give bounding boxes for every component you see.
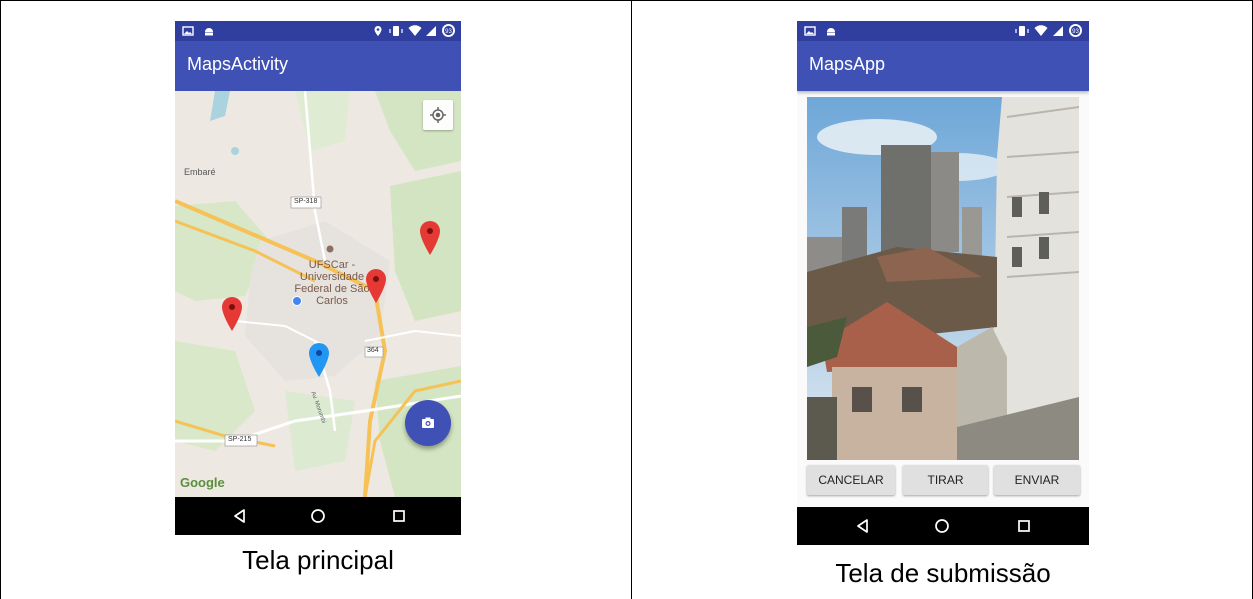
- back-icon[interactable]: [852, 515, 874, 537]
- right-caption: Tela de submissão: [835, 558, 1051, 588]
- left-caption: Tela principal: [242, 545, 394, 575]
- take-photo-button[interactable]: TIRAR: [903, 465, 988, 495]
- nav-bar: [797, 507, 1089, 545]
- signal-icon: [1053, 26, 1063, 36]
- app-title: MapsActivity: [187, 54, 289, 74]
- back-icon[interactable]: [229, 505, 251, 527]
- image-icon: [804, 26, 816, 36]
- map-pin-red[interactable]: [420, 221, 440, 255]
- my-location-button[interactable]: [423, 100, 453, 130]
- app-bar: MapsActivity: [175, 41, 461, 91]
- wifi-icon: [408, 25, 422, 36]
- wifi-icon: [1034, 25, 1048, 36]
- send-button[interactable]: ENVIAR: [994, 465, 1080, 495]
- table-top-border: [0, 0, 1253, 1]
- app-title: MapsApp: [809, 54, 886, 74]
- figure-frame: 93 MapsActivity Embaré SP-318 SP-215 364…: [0, 0, 1253, 599]
- map-label-road: SP-318: [294, 198, 318, 205]
- map-view[interactable]: Embaré SP-318 SP-215 364 Av. Morumbi UFS…: [175, 91, 461, 497]
- map-label-poi: UFSCar - Universidade Federal de São Car…: [294, 259, 370, 307]
- map-pin-red[interactable]: [366, 269, 386, 303]
- my-location-icon: [430, 107, 446, 123]
- right-phone-screen: 93 MapsApp CANCELAR TIRAR ENVIAR: [797, 21, 1089, 545]
- status-bar: 93: [175, 21, 461, 41]
- map-label-road: 364: [367, 347, 379, 354]
- home-icon[interactable]: [307, 505, 329, 527]
- app-bar: MapsApp: [797, 41, 1089, 91]
- map-pin-blue[interactable]: [309, 343, 329, 377]
- map-pin-red[interactable]: [222, 297, 242, 331]
- vibrate-icon: [1015, 26, 1029, 36]
- status-bar: 93: [797, 21, 1089, 41]
- map-label-road: SP-215: [228, 436, 252, 443]
- nav-bar: [175, 497, 461, 535]
- left-phone-screen: 93 MapsActivity Embaré SP-318 SP-215 364…: [175, 21, 461, 535]
- home-icon[interactable]: [931, 515, 953, 537]
- cancel-button[interactable]: CANCELAR: [807, 465, 895, 495]
- battery-icon: 93: [1069, 24, 1082, 37]
- android-icon: [205, 28, 213, 36]
- photo-image: [807, 97, 1079, 460]
- camera-icon: [422, 417, 434, 428]
- image-icon: [182, 26, 194, 36]
- location-icon: [374, 26, 382, 36]
- vibrate-icon: [389, 26, 403, 36]
- table-left-border: [0, 0, 1, 599]
- battery-icon: 93: [442, 24, 455, 37]
- photo-preview: [807, 97, 1079, 460]
- camera-fab[interactable]: [405, 400, 451, 446]
- table-middle-border: [631, 0, 632, 599]
- svg-text:93: 93: [445, 29, 452, 35]
- android-icon: [827, 28, 835, 36]
- recents-icon[interactable]: [1013, 515, 1035, 537]
- recents-icon[interactable]: [388, 505, 410, 527]
- google-attribution: Google: [180, 475, 225, 490]
- svg-text:93: 93: [1072, 29, 1079, 35]
- signal-icon: [426, 26, 436, 36]
- map-label-place: Embaré: [184, 167, 216, 177]
